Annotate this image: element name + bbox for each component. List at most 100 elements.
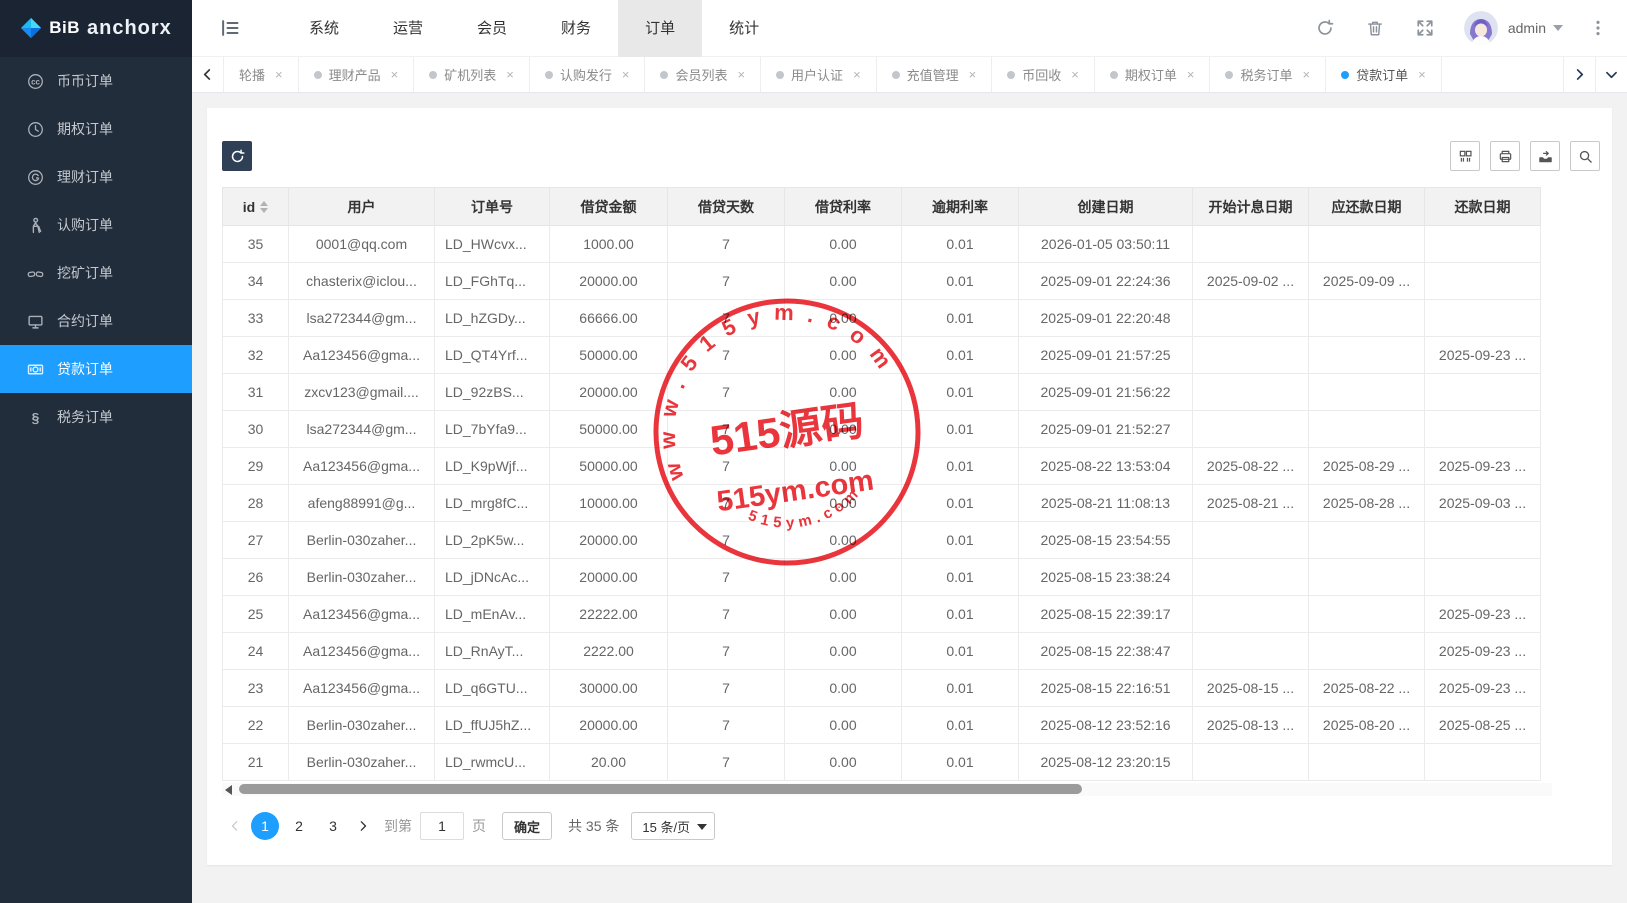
cell-due_date: 2025-08-20 ... [1309, 707, 1425, 744]
tab-0[interactable]: 轮播× [224, 57, 299, 92]
next-page-icon[interactable] [350, 812, 376, 840]
page-number-3[interactable]: 3 [319, 812, 347, 840]
scrollbar-left-arrow-icon[interactable] [225, 785, 232, 795]
cell-days: 7 [668, 448, 785, 485]
sidebar-item-0[interactable]: cc币币订单 [0, 57, 192, 105]
cell-due_date [1309, 374, 1425, 411]
user-avatar[interactable] [1464, 11, 1498, 45]
sidebar-item-4[interactable]: 挖矿订单 [0, 249, 192, 297]
topnav-item-3[interactable]: 财务 [534, 0, 618, 57]
tabs-menu-icon[interactable] [1595, 57, 1627, 92]
close-icon[interactable]: × [1418, 67, 1426, 82]
close-icon[interactable]: × [1187, 67, 1195, 82]
tab-5[interactable]: 用户认证× [761, 57, 877, 92]
cell-rate: 0.00 [785, 559, 902, 596]
search-icon[interactable] [1570, 141, 1600, 171]
cell-days: 7 [668, 337, 785, 374]
cell-repay_date: 2025-09-23 ... [1425, 596, 1541, 633]
horizontal-scrollbar[interactable] [222, 783, 1552, 796]
main-nav: 系统运营会员 财务 订单统计 [282, 0, 786, 57]
cell-created_at: 2025-08-15 22:16:51 [1019, 670, 1193, 707]
prev-page-icon[interactable] [222, 812, 248, 840]
content-area: id用户订单号借贷金额借贷天数借贷利率逾期利率创建日期开始计息日期应还款日期还款… [192, 93, 1627, 903]
cell-rate: 0.00 [785, 337, 902, 374]
more-options-icon[interactable] [1589, 19, 1607, 37]
fullscreen-icon[interactable] [1416, 19, 1434, 37]
cell-repay_date: 2025-09-23 ... [1425, 633, 1541, 670]
close-icon[interactable]: × [391, 67, 399, 82]
confirm-page-button[interactable]: 确定 [502, 812, 552, 840]
logo-name: anchorx [87, 17, 172, 40]
tab-6[interactable]: 充值管理 × [877, 57, 993, 92]
topbar-right: admin [1284, 11, 1627, 45]
topnav-item-0[interactable]: 系统 [282, 0, 366, 57]
page-size-select[interactable]: 15 条/页 [631, 812, 715, 840]
close-icon[interactable]: × [737, 67, 745, 82]
table-refresh-button[interactable] [222, 141, 252, 171]
columns-filter-button[interactable] [1450, 141, 1480, 171]
page-number-1[interactable]: 1 [251, 812, 279, 840]
collapse-menu-icon[interactable] [220, 18, 240, 38]
cell-days: 7 [668, 485, 785, 522]
cell-repay_date: 2025-09-23 ... [1425, 448, 1541, 485]
tab-9[interactable]: 税务订单× [1210, 57, 1326, 92]
tab-8[interactable]: 期权订单× [1095, 57, 1211, 92]
topnav-item-1[interactable]: 运营 [366, 0, 450, 57]
topnav-item-2[interactable]: 会员 [450, 0, 534, 57]
sidebar-item-2[interactable]: 理财订单 [0, 153, 192, 201]
tab-10[interactable]: 贷款订单× [1326, 57, 1442, 92]
topnav-item-5[interactable]: 统计 [702, 0, 786, 57]
cell-days: 7 [668, 263, 785, 300]
tab-label: 充值管理 [907, 65, 959, 84]
tab-3[interactable]: 认购发行× [530, 57, 646, 92]
sidebar-item-1[interactable]: 期权订单 [0, 105, 192, 153]
close-icon[interactable]: × [1303, 67, 1311, 82]
refresh-icon[interactable] [1316, 19, 1334, 37]
cell-user: Berlin-030zaher... [289, 744, 435, 781]
column-label: 创建日期 [1078, 197, 1134, 217]
cell-rate: 0.00 [785, 485, 902, 522]
sidebar-item-3[interactable]: 认购订单 [0, 201, 192, 249]
cell-due_date [1309, 522, 1425, 559]
tab-1[interactable]: 理财产品× [299, 57, 415, 92]
close-icon[interactable]: × [622, 67, 630, 82]
trash-icon[interactable] [1366, 19, 1384, 37]
tab-4[interactable]: 会员列表× [645, 57, 761, 92]
tabs-scroll-left-icon[interactable] [192, 57, 224, 92]
sidebar-item-6[interactable]: 贷款订单 [0, 345, 192, 393]
tabs-scroll-right-icon[interactable] [1563, 57, 1595, 92]
cell-interest_start [1193, 744, 1309, 781]
cell-interest_start: 2025-08-22 ... [1193, 448, 1309, 485]
topnav-item-4[interactable]: 订单 [618, 0, 702, 57]
close-icon[interactable]: × [853, 67, 861, 82]
table-row: 28afeng88991@g...LD_mrg8fC...10000.0070.… [223, 485, 1541, 522]
cell-order_no: LD_FGhTq... [435, 263, 550, 300]
table-row: 23Aa123456@gma...LD_q6GTU...30000.0070.0… [223, 670, 1541, 707]
sidebar-item-5[interactable]: 合约订单 [0, 297, 192, 345]
tab-2[interactable]: 矿机列表× [414, 57, 530, 92]
cell-user: zxcv123@gmail.... [289, 374, 435, 411]
table-row: 30lsa272344@gm...LD_7bYfa9...50000.0070.… [223, 411, 1541, 448]
cell-created_at: 2025-08-21 11:08:13 [1019, 485, 1193, 522]
sidebar-item-7[interactable]: §税务订单 [0, 393, 192, 441]
sort-icon[interactable] [260, 201, 268, 213]
topnav-label: 财务 [561, 20, 591, 37]
page-number-input[interactable] [420, 812, 464, 840]
tab-dot-icon [1110, 71, 1118, 79]
cell-amount: 20.00 [550, 744, 668, 781]
column-header-id: id [223, 188, 289, 226]
close-icon[interactable]: × [969, 67, 977, 82]
tab-7[interactable]: 币回收× [992, 57, 1095, 92]
cell-amount: 1000.00 [550, 226, 668, 263]
user-menu[interactable]: admin [1508, 20, 1563, 36]
close-icon[interactable]: × [1071, 67, 1079, 82]
close-icon[interactable]: × [275, 67, 283, 82]
export-button[interactable] [1530, 141, 1560, 171]
cell-due_date: 2025-08-22 ... [1309, 670, 1425, 707]
scrollbar-thumb[interactable] [239, 784, 1082, 794]
print-button[interactable] [1490, 141, 1520, 171]
chevron-down-icon [697, 824, 707, 830]
cell-id: 21 [223, 744, 289, 781]
page-number-2[interactable]: 2 [285, 812, 313, 840]
close-icon[interactable]: × [506, 67, 514, 82]
